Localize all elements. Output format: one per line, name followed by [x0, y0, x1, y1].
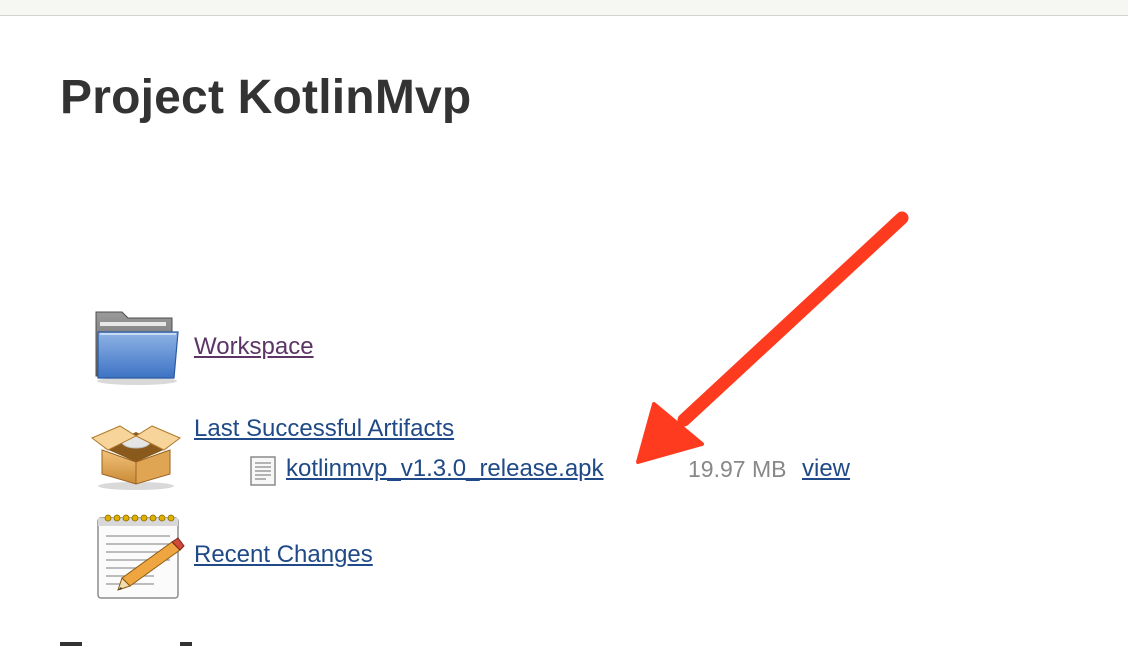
- annotation-arrow-icon: [636, 211, 909, 464]
- clipped-section-heading: [60, 638, 220, 646]
